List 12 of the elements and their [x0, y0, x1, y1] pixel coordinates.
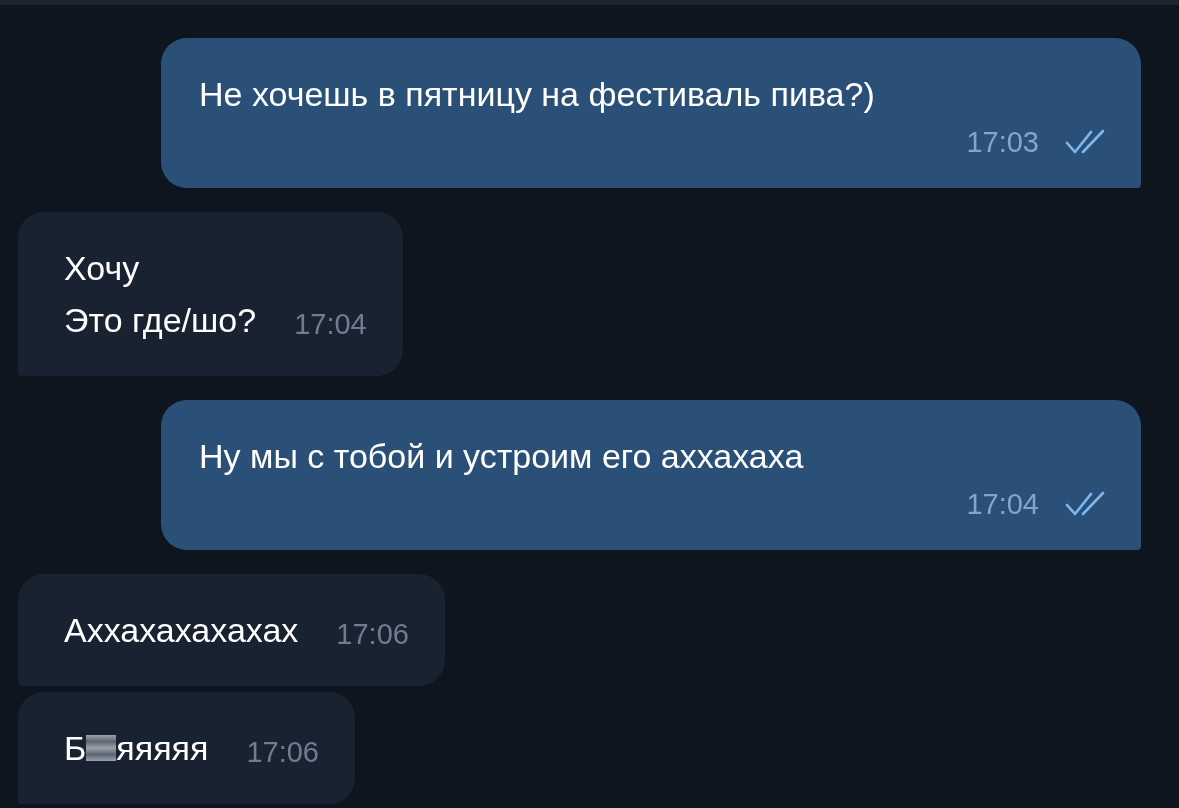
- message-time: 17:04: [966, 487, 1039, 522]
- message-text: Ну мы с тобой и устроим его аххахаха: [199, 436, 805, 477]
- message-text: Не хочешь в пятницу на фестиваль пива?): [199, 74, 876, 115]
- message-text: Б: [64, 728, 87, 769]
- message-text: Аххахахахахах: [64, 610, 299, 651]
- message-time: 17:06: [336, 617, 409, 652]
- message-time: 17:04: [294, 307, 367, 342]
- message-time: 17:03: [966, 125, 1039, 160]
- message-time: 17:06: [246, 735, 319, 770]
- message-text: Это где/шо?: [64, 300, 257, 341]
- message-text: Хочу: [64, 248, 141, 289]
- message-text: яяяяя: [116, 728, 209, 769]
